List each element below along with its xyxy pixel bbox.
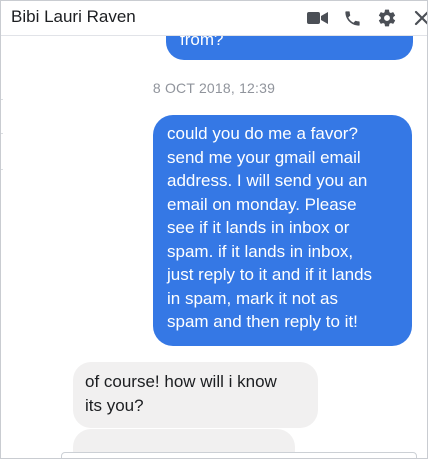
message-line: spam. if it lands in inbox,: [167, 241, 354, 261]
edge-divider: [1, 99, 3, 100]
contact-name[interactable]: Bibi Lauri Raven: [11, 7, 136, 27]
message-line: email on monday. Please: [167, 194, 357, 214]
previous-bubble-text: from?: [180, 36, 224, 49]
message-timestamp: 8 OCT 2018, 12:39: [152, 80, 276, 96]
message-line: spam and then reply to it!: [167, 312, 358, 331]
message-line: of course! how will i know: [85, 372, 277, 391]
phone-call-icon[interactable]: [341, 7, 363, 29]
close-icon[interactable]: [411, 7, 427, 29]
message-line: send me your gmail email: [167, 147, 361, 167]
previous-outgoing-bubble: from?: [166, 36, 413, 60]
message-line: just reply to it and if it lands: [167, 265, 373, 284]
message-line: see if it lands in inbox or: [167, 218, 350, 237]
message-thread[interactable]: from? 8 OCT 2018, 12:39 could you do me …: [1, 36, 427, 458]
message-line: address. I will send you an: [167, 171, 368, 190]
messenger-chat-window: Bibi Lauri Raven from? 8 OCT 2018, 12:39…: [0, 0, 428, 459]
outgoing-message-bubble[interactable]: could you do me a favor? send me your gm…: [153, 115, 412, 346]
message-composer[interactable]: [61, 452, 417, 458]
message-line: in spam, mark it not as: [167, 288, 339, 308]
video-call-icon[interactable]: [306, 7, 328, 29]
message-line: could you do me a favor?: [167, 124, 358, 143]
settings-gear-icon[interactable]: [376, 7, 398, 29]
chat-header: Bibi Lauri Raven: [1, 1, 427, 36]
header-actions: [293, 7, 427, 29]
edge-divider: [1, 133, 3, 134]
edge-divider: [1, 169, 3, 170]
incoming-message-bubble[interactable]: of course! how will i know its you?: [73, 362, 318, 428]
message-line: its you?: [85, 395, 144, 415]
